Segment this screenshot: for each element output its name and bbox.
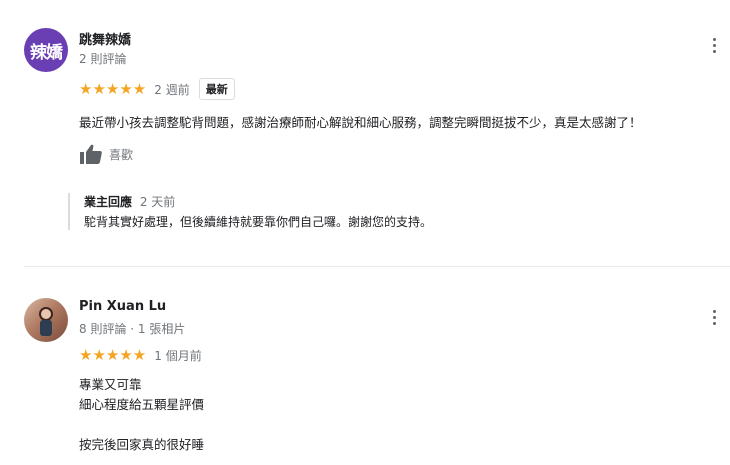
star-rating: ★★★★★ — [79, 346, 147, 364]
rating-row: ★★★★★ 1 個月前 — [79, 346, 202, 364]
more-options-icon[interactable] — [707, 307, 721, 327]
review-text-line: 專業又可靠 — [79, 377, 142, 392]
reviewer-meta: 2 則評論 — [79, 52, 127, 66]
review-time: 2 週前 — [154, 82, 190, 97]
reply-text: 駝背其實好處理，但後續維持就要靠你們自己囉。謝謝您的支持。 — [84, 215, 433, 229]
like-label: 喜歡 — [109, 147, 134, 162]
review-card: Pin Xuan Lu 8 則評論 · 1 張相片 ★★★★★ 1 個月前 專業… — [0, 266, 730, 465]
star-rating: ★★★★★ — [79, 80, 147, 98]
review-card: 辣嬌 跳舞辣嬌 2 則評論 ★★★★★ 2 週前 最新 最近帶小孩去調整駝背問題… — [0, 0, 730, 265]
like-button[interactable]: 喜歡 — [79, 143, 133, 165]
newest-badge: 最新 — [198, 78, 235, 100]
reply-time: 2 天前 — [139, 195, 176, 209]
thumbs-up-icon — [80, 144, 102, 164]
review-time: 1 個月前 — [154, 348, 202, 363]
more-options-icon[interactable] — [707, 35, 721, 55]
reviewer-name[interactable]: Pin Xuan Lu — [79, 299, 166, 314]
rating-row: ★★★★★ 2 週前 最新 — [79, 78, 235, 100]
reviewer-name[interactable]: 跳舞辣嬌 — [79, 29, 131, 48]
profile-photo-icon — [39, 307, 53, 336]
review-text-line: 按完後回家真的很好睡 — [79, 437, 205, 452]
avatar[interactable]: 辣嬌 — [24, 28, 68, 72]
reply-owner-label: 業主回應 — [84, 195, 133, 209]
owner-reply: 業主回應 2 天前 駝背其實好處理，但後續維持就要靠你們自己囉。謝謝您的支持。 — [68, 193, 684, 230]
review-text-line: 細心程度給五顆星評價 — [79, 397, 205, 412]
avatar[interactable] — [24, 298, 68, 342]
review-text: 最近帶小孩去調整駝背問題，感謝治療師耐心解說和細心服務，調整完瞬間挺拔不少，真是… — [79, 115, 642, 130]
reviewer-meta: 8 則評論 · 1 張相片 — [79, 322, 186, 336]
